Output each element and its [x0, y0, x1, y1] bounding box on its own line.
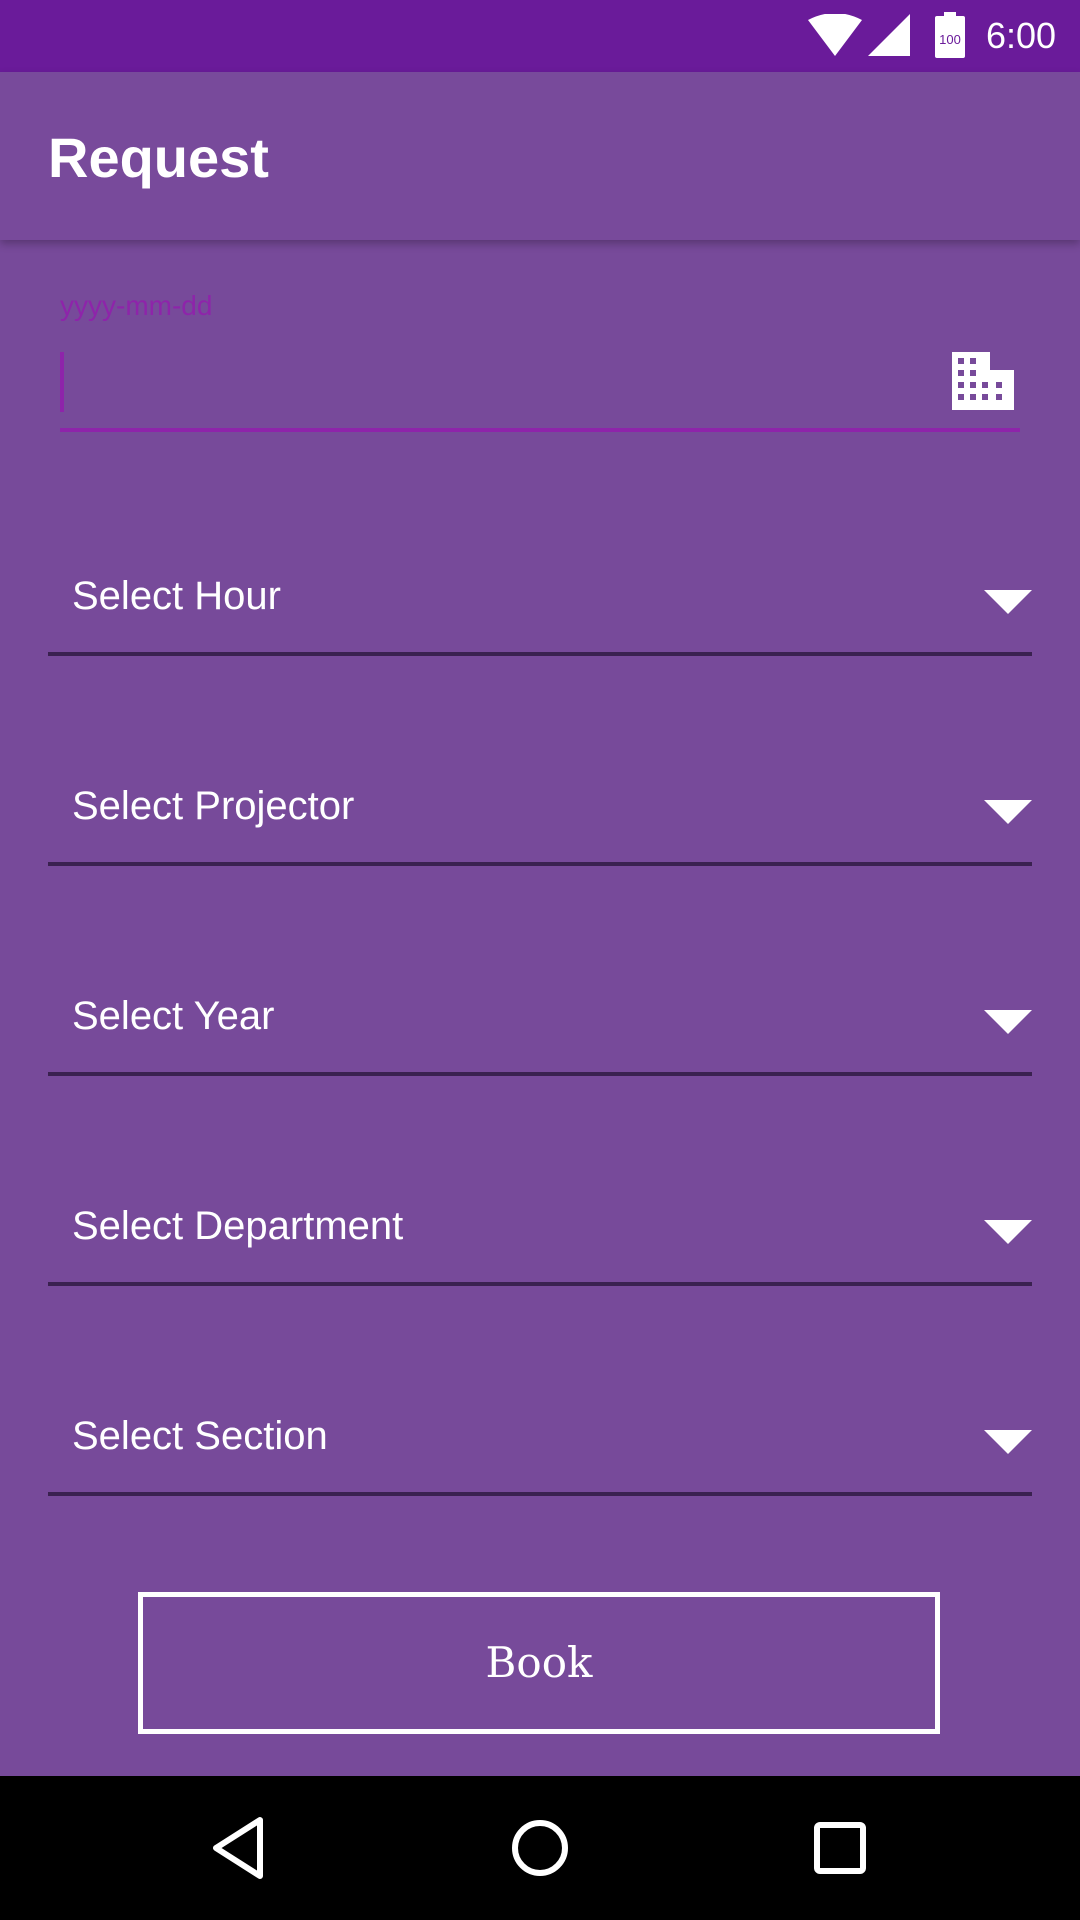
home-icon[interactable]: [504, 1812, 576, 1884]
spinner-label: Select Projector: [72, 784, 355, 828]
department-spinner[interactable]: Select Department: [48, 1182, 1032, 1286]
chevron-down-icon: [984, 1010, 1032, 1034]
calendar-icon[interactable]: [952, 352, 1014, 410]
navigation-bar: [0, 1776, 1080, 1920]
date-field-hint: yyyy-mm-dd: [60, 290, 213, 321]
app-bar: Request: [0, 72, 1080, 240]
back-icon[interactable]: [204, 1812, 276, 1884]
recents-icon[interactable]: [804, 1812, 876, 1884]
status-clock: 6:00: [986, 15, 1057, 56]
page-title: Request: [48, 126, 269, 189]
svg-text:100: 100: [939, 32, 961, 47]
year-spinner[interactable]: Select Year: [48, 972, 1032, 1076]
chevron-down-icon: [984, 590, 1032, 614]
section-spinner[interactable]: Select Section: [48, 1392, 1032, 1496]
book-button[interactable]: Book: [138, 1592, 940, 1734]
chevron-down-icon: [984, 1220, 1032, 1244]
chevron-down-icon: [984, 800, 1032, 824]
text-cursor: [60, 352, 64, 412]
spinner-label: Select Department: [72, 1204, 404, 1248]
projector-spinner[interactable]: Select Projector: [48, 762, 1032, 866]
spinner-label: Select Year: [72, 994, 275, 1038]
spinner-label: Select Section: [72, 1414, 328, 1458]
signal-icon: [868, 14, 910, 56]
hour-spinner[interactable]: Select Hour: [48, 552, 1032, 656]
chevron-down-icon: [984, 1430, 1032, 1454]
wifi-icon: [808, 14, 862, 56]
status-bar: 100 6:00: [0, 0, 1080, 72]
battery-icon: 100: [935, 12, 965, 58]
spinner-label: Select Hour: [72, 574, 281, 618]
date-input[interactable]: [60, 350, 1020, 432]
